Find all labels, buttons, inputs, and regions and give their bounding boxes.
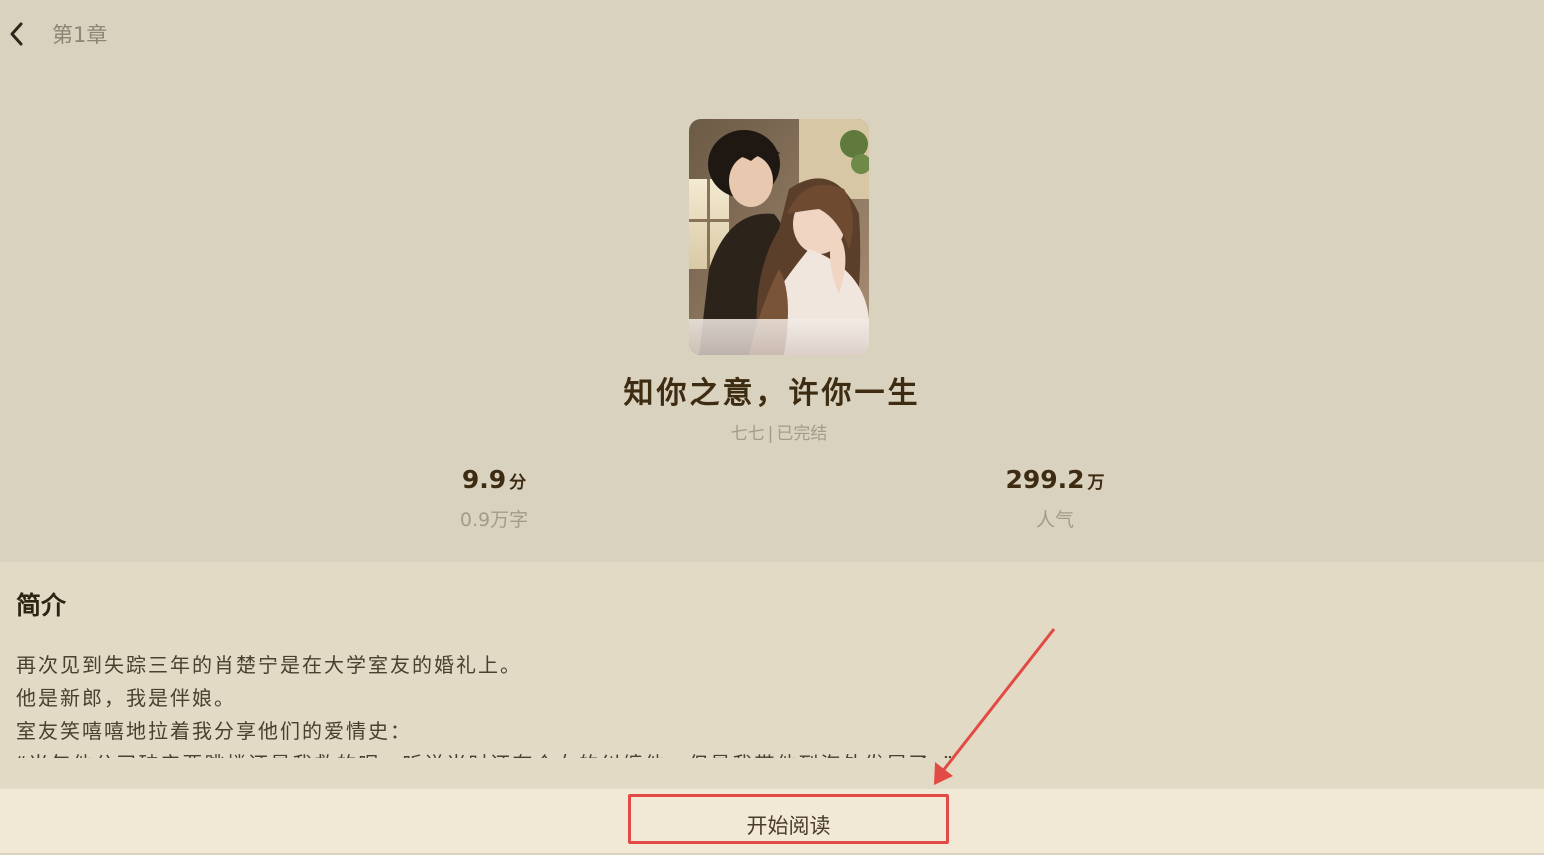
intro-text[interactable]: 再次见到失踪三年的肖楚宁是在大学室友的婚礼上。 他是新郎，我是伴娘。 室友笑嘻嘻… — [16, 649, 1516, 758]
intro-line: 室友笑嘻嘻地拉着我分享他们的爱情史： — [16, 719, 412, 743]
book-meta: 七七 | 已完结 — [0, 419, 1544, 444]
popularity-value-row: 299.2 万 — [905, 465, 1205, 499]
popularity-label: 人气 — [1035, 509, 1074, 531]
rating-unit: 分 — [509, 473, 527, 493]
rating-value-row: 9.9 分 — [344, 465, 644, 499]
author-name[interactable]: 七七 — [731, 424, 765, 444]
meta-separator: | — [767, 424, 774, 444]
popularity-value: 299.2 — [1005, 465, 1085, 494]
book-title: 知你之意，许你一生 — [623, 376, 921, 411]
intro-line: “当年他公司破产要跳楼还是我救的呢，听说当时还有个女的纠缠他，但是我带他到海外发… — [16, 748, 1516, 758]
rating-stat: 9.9 分 0.9万字 — [344, 465, 644, 532]
intro-line: 再次见到失踪三年的肖楚宁是在大学室友的婚礼上。 — [16, 653, 522, 677]
chevron-left-icon[interactable] — [4, 20, 30, 48]
book-cover-image[interactable] — [689, 119, 869, 355]
start-reading-button[interactable]: 开始阅读 — [628, 794, 949, 844]
intro-heading: 简介 — [16, 591, 67, 620]
rating-value: 9.9 — [461, 465, 507, 494]
chapter-label[interactable]: 第1章 — [52, 19, 107, 49]
top-bar: 第1章 — [0, 0, 1544, 66]
intro-line: 他是新郎，我是伴娘。 — [16, 686, 236, 710]
intro-panel: 简介 再次见到失踪三年的肖楚宁是在大学室友的婚礼上。 他是新郎，我是伴娘。 室友… — [0, 562, 1544, 789]
book-status: 已完结 — [776, 424, 828, 444]
word-count-label: 0.9万字 — [459, 509, 529, 531]
popularity-stat: 299.2 万 人气 — [905, 465, 1205, 532]
popularity-unit: 万 — [1087, 473, 1105, 493]
